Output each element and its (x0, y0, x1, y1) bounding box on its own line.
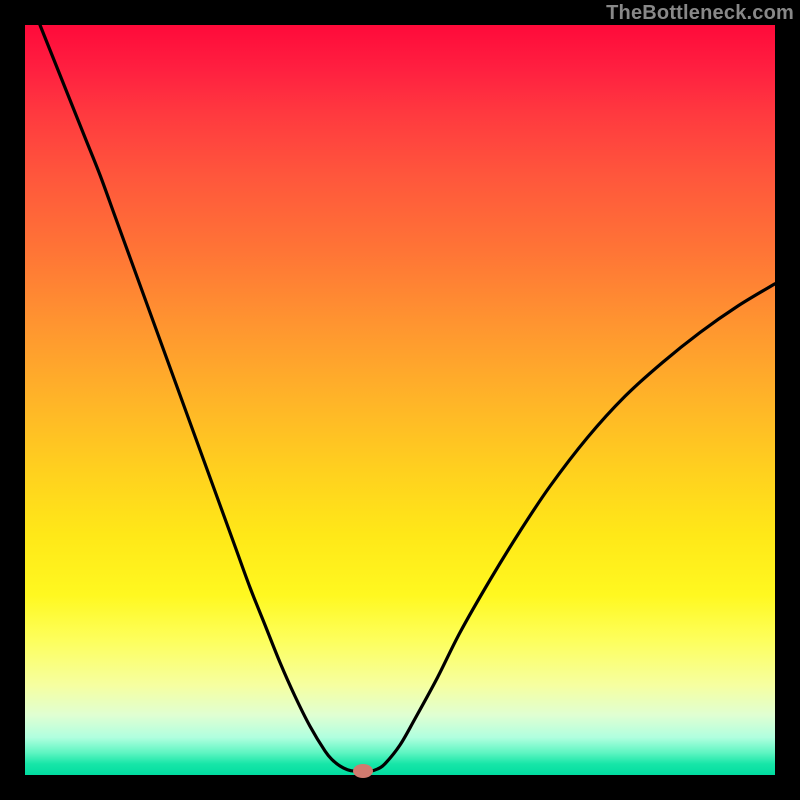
watermark-text: TheBottleneck.com (606, 2, 794, 25)
optimum-marker (353, 764, 373, 778)
chart-frame: TheBottleneck.com (0, 0, 800, 800)
bottleneck-curve (25, 25, 775, 775)
plot-area (25, 25, 775, 775)
